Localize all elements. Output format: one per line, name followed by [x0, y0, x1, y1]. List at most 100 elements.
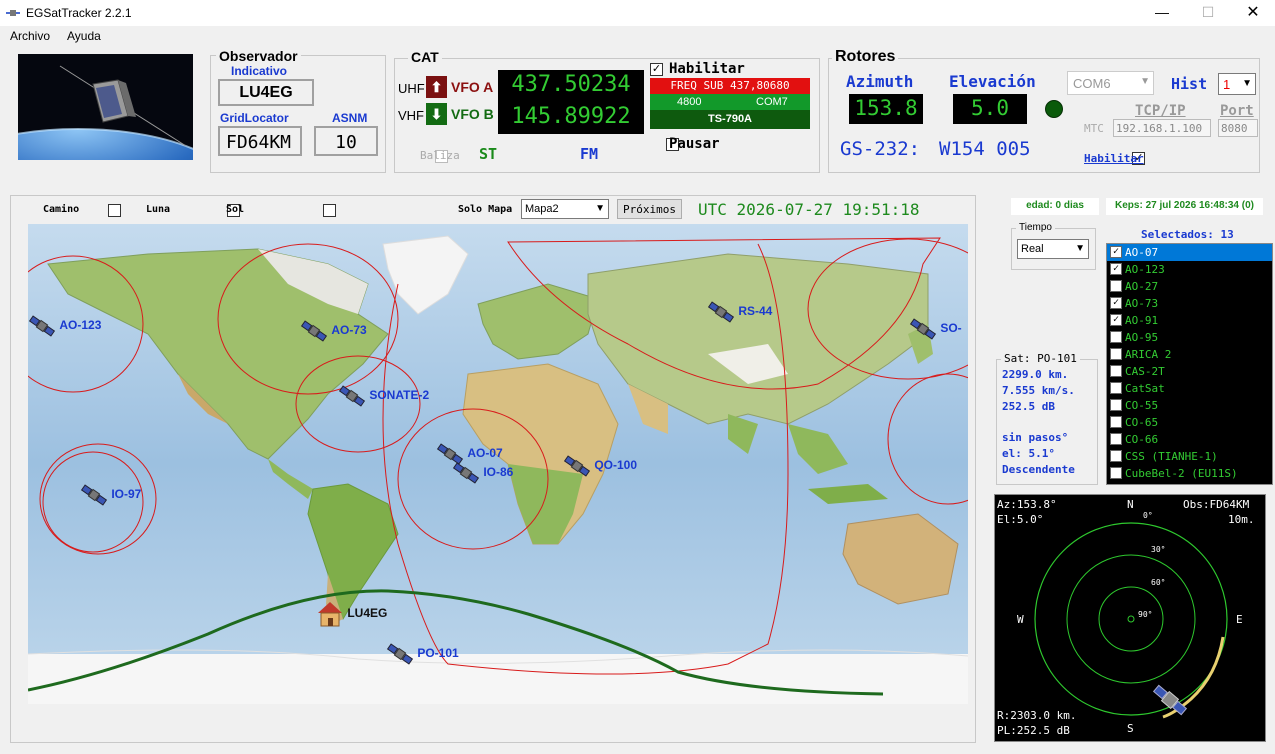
sat-label: SO-	[940, 321, 962, 336]
sat-list-label: CSS (TIANHE-1)	[1125, 450, 1218, 463]
sat-list-checkbox[interactable]	[1110, 399, 1122, 411]
sat-list-label: CubeBel-2 (EU11S)	[1125, 467, 1238, 480]
hist-select[interactable]: 1 ▼	[1218, 73, 1256, 95]
home-marker[interactable]: LU4EG	[316, 600, 387, 628]
sat-list-item[interactable]: CO-66	[1107, 431, 1272, 448]
sat-marker-ao-123[interactable]: AO-123	[28, 312, 101, 340]
sat-list-item[interactable]: CO-65	[1107, 414, 1272, 431]
sat-list-label: AO-123	[1125, 263, 1165, 276]
map-select[interactable]: Mapa2 ▼	[521, 199, 609, 219]
sat-list-checkbox[interactable]	[1110, 450, 1122, 462]
sat-list-checkbox[interactable]	[1110, 416, 1122, 428]
polar-plot: Az:153.8° El:5.0° Obs:FD64KM 10m. N S E …	[994, 494, 1266, 742]
sat-list-label: AO-95	[1125, 331, 1159, 344]
sat-list-checkbox[interactable]: ✓	[1110, 246, 1122, 258]
chevron-down-icon: ▼	[1140, 76, 1150, 87]
sat-marker-io-97[interactable]: IO-97	[80, 481, 141, 509]
sat-list-label: AO-27	[1125, 280, 1159, 293]
baud-text: 4800	[677, 96, 702, 108]
proximos-button[interactable]: Próximos	[617, 199, 682, 219]
camino-checkbox[interactable]	[107, 204, 121, 218]
sat-marker-qo-100[interactable]: QO-100	[563, 452, 637, 480]
menu-archivo[interactable]: Archivo	[10, 29, 50, 43]
sat-list-item[interactable]: CAS-2T	[1107, 363, 1272, 380]
menu-ayuda[interactable]: Ayuda	[67, 29, 101, 43]
sat-marker-io-86[interactable]: IO-86	[452, 459, 513, 487]
sat-label: SONATE-2	[369, 388, 430, 403]
sat-list-checkbox[interactable]	[1110, 382, 1122, 394]
map-select-value: Mapa2	[525, 203, 559, 215]
sat-list-item[interactable]: ARICA 2	[1107, 346, 1272, 363]
port-field[interactable]: 8080	[1218, 119, 1258, 137]
asnm-field[interactable]: 10	[314, 126, 378, 156]
sat-list-item[interactable]: ✓ AO-91	[1107, 312, 1272, 329]
vfo-b-display: 145.89922	[498, 100, 644, 134]
window-title: EGSatTracker 2.2.1	[26, 6, 132, 20]
gridlocator-field[interactable]: FD64KM	[218, 126, 302, 156]
sat-list-checkbox[interactable]: ✓	[1110, 263, 1122, 275]
sat-list-item[interactable]: CubeBel-2 (EU11S)	[1107, 465, 1272, 482]
polar-el: El:5.0°	[997, 513, 1044, 526]
sat-list-item[interactable]: CO-55	[1107, 397, 1272, 414]
sat-list-checkbox[interactable]: ✓	[1110, 297, 1122, 309]
sat-direction: Descendente	[1002, 463, 1075, 476]
close-icon[interactable]: ✕	[1238, 2, 1268, 22]
minimize-icon[interactable]: —	[1147, 4, 1177, 22]
sat-list-checkbox[interactable]	[1110, 280, 1122, 292]
sat-label: RS-44	[738, 304, 773, 319]
sat-list-checkbox[interactable]	[1110, 365, 1122, 377]
menu-bar: Archivo Ayuda	[0, 26, 1275, 46]
tiempo-select[interactable]: Real ▼	[1017, 239, 1089, 259]
sat-list-checkbox[interactable]	[1110, 433, 1122, 445]
vhf-down-arrow-icon[interactable]: ⬇	[426, 103, 447, 125]
sol-checkbox[interactable]	[323, 204, 337, 218]
sat-list-label: CatSat	[1125, 382, 1165, 395]
sol-label: Sol	[226, 204, 245, 215]
sat-list-checkbox[interactable]	[1110, 348, 1122, 360]
sat-marker-so[interactable]: SO-	[909, 315, 962, 343]
sat-label: IO-97	[111, 487, 142, 502]
sat-el: el: 5.1°	[1002, 447, 1055, 460]
polar-minutes: 10m.	[1228, 513, 1255, 526]
ip-field[interactable]: 192.168.1.100	[1113, 119, 1211, 137]
selectados-label: Selectados: 13	[1141, 228, 1234, 241]
mode-label: FM	[580, 145, 599, 163]
observador-title: Observador	[216, 48, 301, 64]
hist-value: 1	[1223, 77, 1231, 92]
indicativo-field[interactable]: LU4EG	[218, 79, 314, 106]
rotor-com-value: COM6	[1073, 76, 1111, 91]
polar-n: N	[1127, 498, 1134, 511]
polar-s: S	[1127, 722, 1134, 735]
sat-info-title: Sat: PO-101	[1001, 352, 1080, 365]
satellite-icon	[452, 459, 480, 487]
sat-list-item[interactable]: AO-27	[1107, 278, 1272, 295]
pausar-label: Pausar	[669, 136, 720, 152]
satellite-icon	[80, 481, 108, 509]
maximize-icon[interactable]: ☐	[1193, 4, 1223, 22]
sat-list-item[interactable]: ✓ AO-73	[1107, 295, 1272, 312]
sat-list-item[interactable]: ✓ AO-123	[1107, 261, 1272, 278]
sat-list-label: AO-73	[1125, 297, 1159, 310]
sat-marker-po-101[interactable]: PO-101	[386, 640, 459, 668]
sat-list-label: CAS-2T	[1125, 365, 1165, 378]
sat-marker-rs-44[interactable]: RS-44	[707, 298, 772, 326]
sat-list-item[interactable]: ✓ AO-07	[1107, 244, 1272, 261]
rotor-com-select[interactable]: COM6 ▼	[1067, 71, 1154, 95]
sat-list-label: CO-55	[1125, 399, 1159, 412]
satellite-list[interactable]: ✓ AO-07 ✓ AO-123 AO-27 ✓ AO-73 ✓ AO-91 AO-95 ARICA…	[1106, 243, 1273, 485]
sat-marker-sonate-2[interactable]: SONATE-2	[338, 382, 429, 410]
chevron-down-icon: ▼	[1242, 78, 1252, 89]
rotor-habilitar-label: Habilitar	[1084, 152, 1144, 165]
sat-list-checkbox[interactable]: ✓	[1110, 314, 1122, 326]
sat-list-checkbox[interactable]	[1110, 467, 1122, 479]
cat-habilitar-checkbox[interactable]: ✓	[650, 63, 663, 77]
sat-marker-ao-73[interactable]: AO-73	[300, 317, 367, 345]
sat-list-item[interactable]: CSS (TIANHE-1)	[1107, 448, 1272, 465]
sat-list-checkbox[interactable]	[1110, 331, 1122, 343]
polar-90: 90°	[1138, 610, 1153, 619]
uhf-up-arrow-icon[interactable]: ⬆	[426, 76, 447, 98]
sat-list-item[interactable]: AO-95	[1107, 329, 1272, 346]
sat-list-item[interactable]: CatSat	[1107, 380, 1272, 397]
sat-label: AO-73	[331, 323, 367, 338]
sat-label: QO-100	[594, 458, 638, 473]
